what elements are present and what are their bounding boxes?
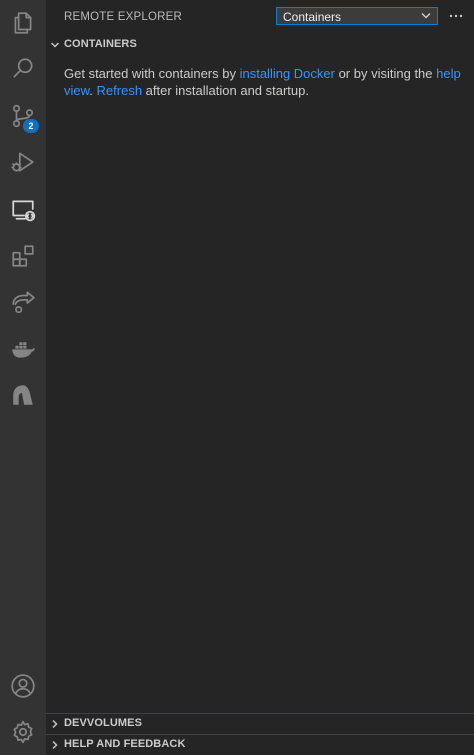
- chevron-right-icon: [52, 740, 58, 750]
- section-help-header[interactable]: HELP AND FEEDBACK: [46, 735, 474, 755]
- activity-docker[interactable]: [0, 326, 46, 372]
- welcome-text-4: after installation and startup.: [142, 83, 309, 98]
- section-help-label: HELP AND FEEDBACK: [64, 738, 186, 750]
- activity-manage[interactable]: [0, 709, 46, 755]
- activity-source-control[interactable]: 2: [0, 93, 46, 139]
- containers-welcome-message: Get started with containers by installin…: [64, 65, 464, 99]
- app-logo-icon: [13, 385, 33, 405]
- section-containers-header[interactable]: CONTAINERS: [46, 35, 474, 55]
- section-devvolumes-label: DEVVOLUMES: [64, 717, 143, 729]
- sidebar-title: REMOTE EXPLORER: [64, 11, 183, 23]
- section-containers-label: CONTAINERS: [64, 38, 137, 50]
- remote-explorer-sidebar: REMOTE EXPLORER Containers CONTAINERS Ge…: [46, 0, 474, 755]
- welcome-text-2: or by visiting the: [334, 66, 437, 81]
- section-devvolumes-header[interactable]: DEVVOLUMES: [46, 714, 474, 734]
- activity-explorer[interactable]: [0, 0, 46, 46]
- chevron-right-icon: [52, 719, 58, 729]
- refresh-link[interactable]: Refresh: [97, 83, 143, 98]
- activity-extensions[interactable]: [0, 233, 46, 279]
- more-actions-button[interactable]: [446, 7, 466, 25]
- files-icon: [14, 12, 32, 34]
- activity-live-share[interactable]: [0, 279, 46, 325]
- welcome-text-1: Get started with containers by: [64, 66, 240, 81]
- activity-remote-explorer[interactable]: [0, 186, 46, 232]
- account-icon: [11, 674, 35, 698]
- extensions-icon: [12, 245, 34, 267]
- source-control-badge: 2: [23, 119, 39, 133]
- vscode-window: 2 REMOTE EXPLORER Containers CONTAINERS …: [0, 0, 474, 755]
- docker-icon: [12, 342, 35, 358]
- activity-app[interactable]: [0, 372, 46, 418]
- search-icon: [13, 58, 33, 78]
- activity-search[interactable]: [0, 46, 46, 92]
- live-share-icon: [12, 291, 35, 314]
- dropdown-selected-value: Containers: [283, 10, 342, 24]
- gear-icon: [13, 720, 33, 744]
- sidebar-title-bar: REMOTE EXPLORER Containers: [46, 0, 474, 34]
- chevron-down-icon: [50, 42, 60, 48]
- ellipsis-icon: [449, 14, 463, 18]
- activity-run-debug[interactable]: [0, 139, 46, 185]
- activity-accounts[interactable]: [0, 663, 46, 709]
- remote-target-dropdown[interactable]: Containers: [276, 7, 438, 25]
- activity-bar: 2: [0, 0, 46, 755]
- run-debug-icon: [11, 152, 34, 172]
- installing-docker-link[interactable]: installing Docker: [240, 66, 335, 81]
- remote-explorer-icon: [12, 200, 36, 222]
- chevron-down-icon: [421, 12, 431, 19]
- welcome-text-3: .: [89, 83, 97, 98]
